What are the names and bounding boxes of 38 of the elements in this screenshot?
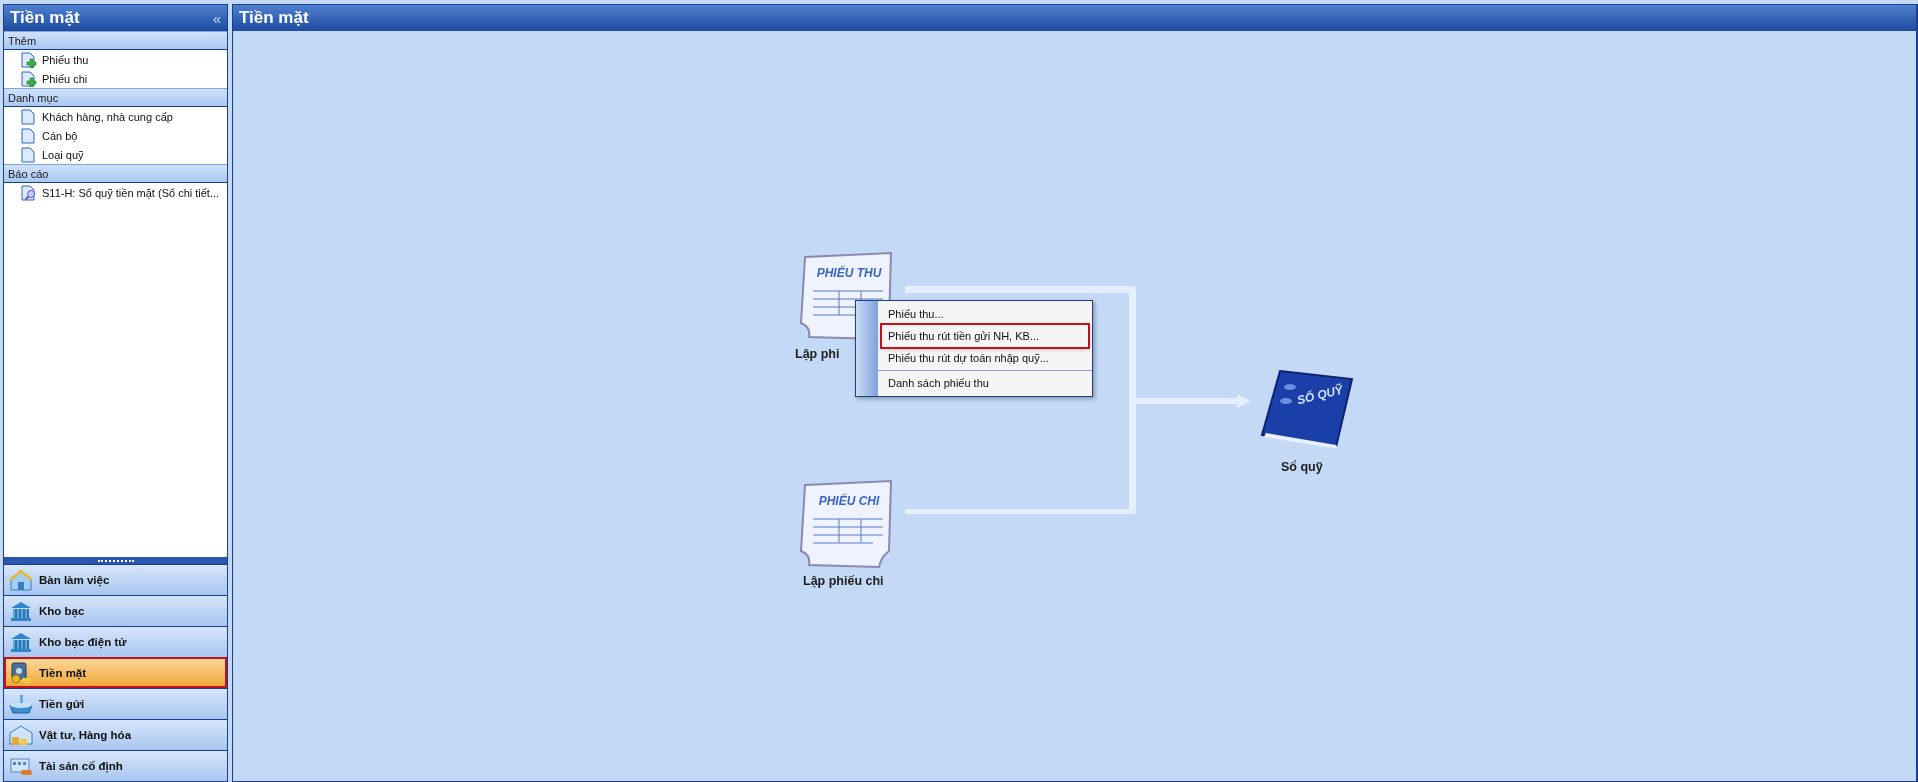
content-title: Tiền mặt bbox=[239, 8, 309, 28]
nav-button[interactable]: Kho bạc bbox=[4, 595, 227, 626]
sidebar-item[interactable]: Phiếu chi bbox=[42, 72, 88, 85]
collapse-button[interactable]: « bbox=[212, 9, 221, 27]
house-icon bbox=[9, 569, 33, 591]
section-header: Danh mục bbox=[4, 88, 227, 107]
section-header: Thêm bbox=[4, 31, 227, 50]
document-plus-icon bbox=[20, 70, 38, 87]
nav-button[interactable]: Kho bạc điện tử bbox=[4, 626, 227, 657]
ledger-label: Sổ quỹ bbox=[1281, 460, 1323, 474]
menu-item[interactable]: Phiếu thu... bbox=[882, 303, 1088, 325]
bank-icon bbox=[9, 631, 33, 653]
nav-button[interactable]: Tiền gửi bbox=[4, 688, 227, 719]
menu-item[interactable]: Danh sách phiếu thu bbox=[882, 372, 1088, 394]
receipt-label: Lập phi bbox=[795, 347, 840, 361]
menu-item[interactable]: Phiếu thu rút dự toán nhập quỹ... bbox=[882, 347, 1088, 369]
sidebar-item[interactable]: Cán bộ bbox=[42, 129, 78, 142]
payment-label: Lập phiếu chi bbox=[803, 574, 884, 588]
sidebar-item[interactable]: Phiếu thu bbox=[42, 53, 89, 66]
report-icon bbox=[20, 184, 38, 201]
nav-button[interactable]: Tiền mặt bbox=[4, 657, 227, 688]
building-icon bbox=[9, 755, 33, 777]
sidebar-item[interactable]: Loại quỹ bbox=[42, 148, 84, 161]
warehouse-icon bbox=[9, 724, 33, 746]
panel-title: Tiền mặt bbox=[10, 8, 80, 28]
sidebar-item[interactable]: S11-H: Sổ quỹ tiền mặt (Sổ chi tiết... bbox=[42, 186, 220, 199]
bank-icon bbox=[9, 600, 33, 622]
splitter-handle[interactable] bbox=[4, 557, 227, 564]
section-header: Báo cáo bbox=[4, 164, 227, 183]
document-plus-icon bbox=[20, 51, 38, 68]
safe-icon bbox=[9, 662, 33, 684]
nav-button[interactable]: Bàn làm việc bbox=[4, 564, 227, 595]
nav-button[interactable]: Tài sản cố định bbox=[4, 750, 227, 781]
basin-icon bbox=[9, 693, 33, 715]
sidebar-item[interactable]: Khách hàng, nhà cung cấp bbox=[42, 110, 173, 123]
document-icon bbox=[20, 127, 38, 144]
menu-item[interactable]: Phiếu thu rút tiền gửi NH, KB... bbox=[882, 325, 1088, 347]
nav-button[interactable]: Vật tư, Hàng hóa bbox=[4, 719, 227, 750]
